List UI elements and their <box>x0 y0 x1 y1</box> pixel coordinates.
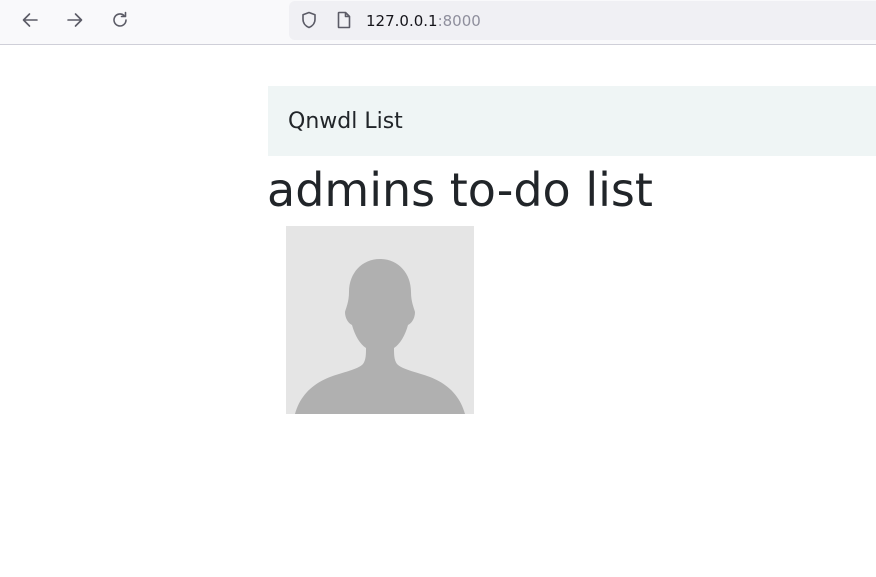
forward-button[interactable] <box>60 5 90 35</box>
address-bar[interactable]: 127.0.0.1:8000 <box>289 1 876 40</box>
arrow-left-icon <box>22 13 38 27</box>
page-title: admins to-do list <box>267 163 653 217</box>
back-button[interactable] <box>15 5 45 35</box>
navbar-brand[interactable]: Qnwdl List <box>288 109 403 135</box>
url-host: 127.0.0.1 <box>366 12 438 30</box>
url-port: :8000 <box>437 12 481 30</box>
navbar: Qnwdl List <box>268 86 876 156</box>
page-icon[interactable] <box>334 10 354 30</box>
reload-button[interactable] <box>105 5 135 35</box>
reload-icon <box>113 11 127 27</box>
browser-toolbar: 127.0.0.1:8000 <box>0 0 876 45</box>
avatar <box>286 226 474 414</box>
arrow-right-icon <box>67 13 83 27</box>
user-silhouette-icon <box>286 226 474 414</box>
url-text[interactable]: 127.0.0.1:8000 <box>366 12 481 30</box>
shield-icon[interactable] <box>299 10 319 30</box>
